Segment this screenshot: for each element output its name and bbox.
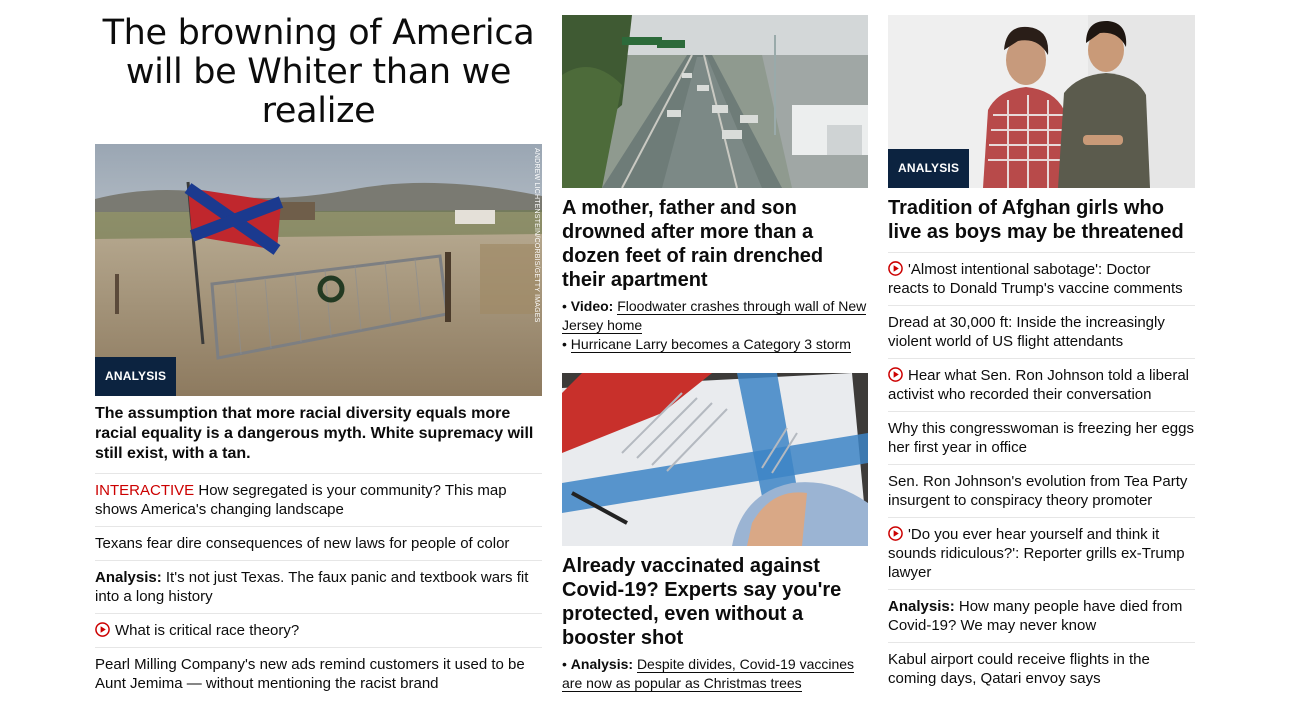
- image-credit: ANDREW LICHTENSTEIN/CORBIS/GETTY IMAGES: [533, 148, 540, 323]
- afghan-story-title[interactable]: Tradition of Afghan girls who live as bo…: [888, 196, 1195, 253]
- middle-column: A mother, father and son drowned after m…: [562, 0, 868, 693]
- list-item[interactable]: Analysis: How many people have died from…: [888, 590, 1195, 643]
- play-video-icon: [95, 622, 110, 637]
- list-item[interactable]: Analysis: It's not just Texas. The faux …: [95, 561, 542, 614]
- more-stories-list: 'Almost intentional sabotage': Doctor re…: [888, 253, 1195, 695]
- lead-image[interactable]: ANDREW LICHTENSTEIN/CORBIS/GETTY IMAGES …: [95, 144, 542, 396]
- play-video-icon: [888, 367, 903, 382]
- list-item[interactable]: INTERACTIVE How segregated is your commu…: [95, 474, 542, 527]
- vaccine-related-links: • Analysis: Despite divides, Covid-19 va…: [562, 655, 868, 693]
- list-item[interactable]: 'Almost intentional sabotage': Doctor re…: [888, 253, 1195, 306]
- related-link[interactable]: • Analysis: Despite divides, Covid-19 va…: [562, 655, 868, 693]
- flood-image[interactable]: [562, 15, 868, 188]
- list-item[interactable]: What is critical race theory?: [95, 614, 542, 648]
- list-item[interactable]: Why this congresswoman is freezing her e…: [888, 412, 1195, 465]
- flood-story-title[interactable]: A mother, father and son drowned after m…: [562, 196, 868, 292]
- lead-headline[interactable]: The browning of America will be Whiter t…: [95, 14, 542, 131]
- list-item[interactable]: Pearl Milling Company's new ads remind c…: [95, 648, 542, 700]
- vaccine-image[interactable]: [562, 373, 868, 546]
- list-item[interactable]: Kabul airport could receive flights in t…: [888, 643, 1195, 695]
- lead-story-column: The browning of America will be Whiter t…: [95, 0, 542, 700]
- right-column: ANALYSIS Tradition of Afghan girls who l…: [888, 0, 1195, 695]
- list-item[interactable]: Hear what Sen. Ron Johnson told a libera…: [888, 359, 1195, 412]
- analysis-badge: ANALYSIS: [95, 357, 177, 396]
- flood-related-links: • Video: Floodwater crashes through wall…: [562, 297, 868, 354]
- analysis-label: Analysis:: [888, 598, 955, 615]
- related-link[interactable]: • Video: Floodwater crashes through wall…: [562, 297, 868, 335]
- play-video-icon: [888, 261, 903, 276]
- list-item[interactable]: Sen. Ron Johnson's evolution from Tea Pa…: [888, 465, 1195, 518]
- analysis-badge: ANALYSIS: [888, 149, 970, 188]
- play-video-icon: [888, 526, 903, 541]
- list-item[interactable]: Dread at 30,000 ft: Inside the increasin…: [888, 306, 1195, 359]
- afghan-image[interactable]: ANALYSIS: [888, 15, 1195, 188]
- interactive-kicker: INTERACTIVE: [95, 482, 195, 499]
- analysis-label: Analysis:: [95, 569, 162, 586]
- list-item[interactable]: Texans fear dire consequences of new law…: [95, 527, 542, 561]
- list-item[interactable]: 'Do you ever hear yourself and think it …: [888, 518, 1195, 590]
- lead-dek[interactable]: The assumption that more racial diversit…: [95, 404, 542, 474]
- related-list: INTERACTIVE How segregated is your commu…: [95, 474, 542, 700]
- related-link[interactable]: • Hurricane Larry becomes a Category 3 s…: [562, 335, 868, 354]
- vaccine-story-title[interactable]: Already vaccinated against Covid-19? Exp…: [562, 554, 868, 650]
